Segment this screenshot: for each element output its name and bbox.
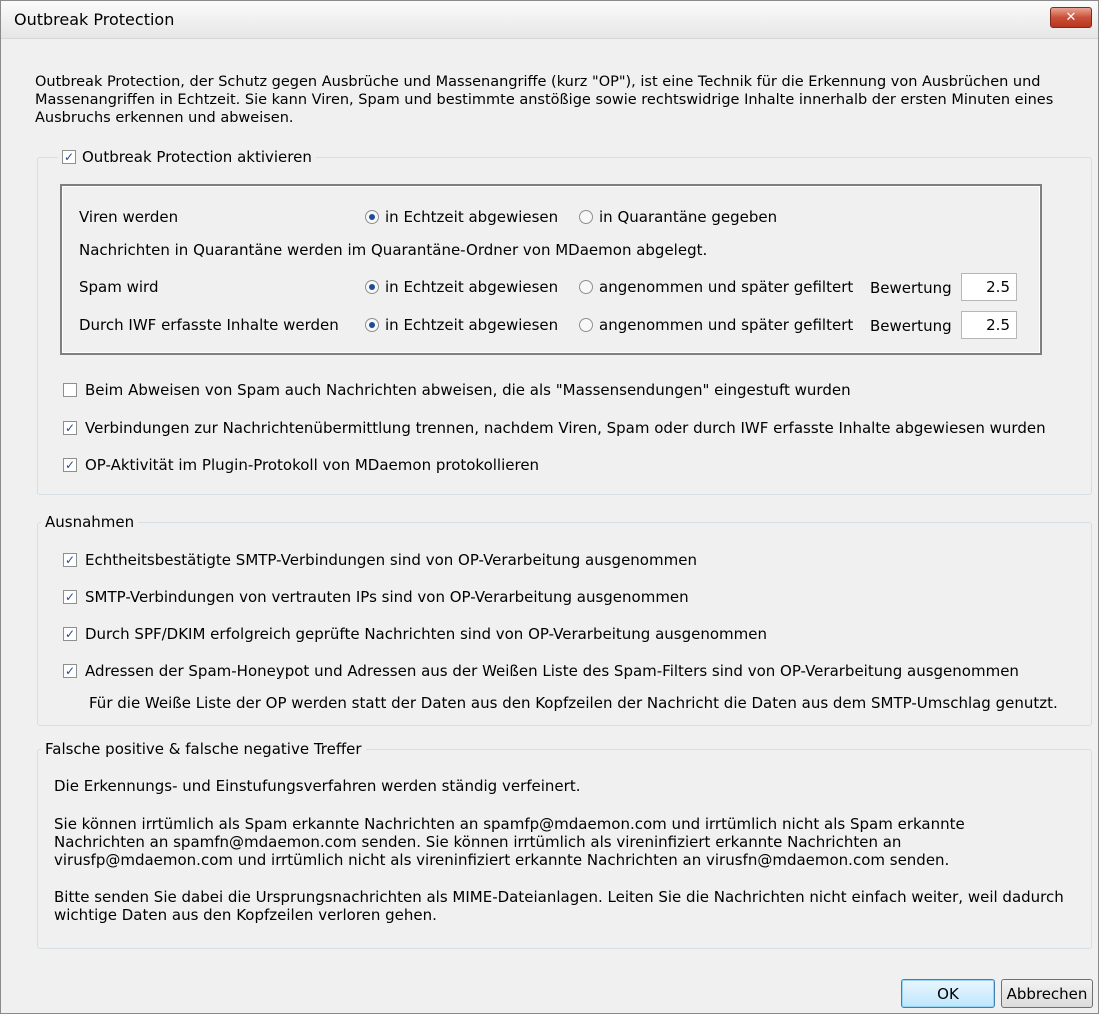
close-icon: ✕: [1065, 10, 1077, 25]
exception-trusted-label: SMTP-Verbindungen von vertrauten IPs sin…: [85, 588, 689, 606]
iwf-reject-label: in Echtzeit abgewiesen: [385, 316, 559, 334]
activate-op-label: Outbreak Protection aktivieren: [82, 148, 312, 166]
disconnect-check[interactable]: ✓: [63, 421, 77, 435]
exception-spf-dkim[interactable]: ✓ Durch SPF/DKIM erfolgreich geprüfte Na…: [63, 625, 767, 643]
radio-unselected[interactable]: [579, 210, 593, 224]
exception-honeypot-check[interactable]: ✓: [63, 664, 77, 678]
viruses-reject-label: in Echtzeit abgewiesen: [385, 208, 559, 226]
fp-paragraph-3: Bitte senden Sie dabei die Ursprungsnach…: [54, 888, 1064, 924]
iwf-accept-label: angenommen und später gefiltert: [599, 316, 854, 334]
exception-auth-label: Echtheitsbestätigte SMTP-Verbindungen si…: [85, 551, 697, 569]
exceptions-note: Für die Weiße Liste der OP werden statt …: [89, 694, 1058, 712]
exception-spf-check[interactable]: ✓: [63, 627, 77, 641]
viruses-label: Viren werden: [79, 208, 179, 226]
exception-honeypot[interactable]: ✓ Adressen der Spam-Honeypot und Adresse…: [63, 662, 1019, 680]
exception-honeypot-label: Adressen der Spam-Honeypot und Adressen …: [85, 662, 1019, 680]
exception-trusted-ips[interactable]: ✓ SMTP-Verbindungen von vertrauten IPs s…: [63, 588, 689, 606]
iwf-label: Durch IWF erfasste Inhalte werden: [79, 316, 339, 334]
disconnect-label: Verbindungen zur Nachrichtenübermittlung…: [85, 419, 1046, 437]
log-check[interactable]: ✓: [63, 458, 77, 472]
spam-score-label: Bewertung: [870, 279, 952, 297]
spam-reject-label: in Echtzeit abgewiesen: [385, 278, 559, 296]
exception-spf-label: Durch SPF/DKIM erfolgreich geprüfte Nach…: [85, 625, 767, 643]
fp-paragraph-1: Die Erkennungs- und Einstufungsverfahren…: [54, 777, 581, 795]
radio-unselected[interactable]: [579, 318, 593, 332]
mass-mail-option[interactable]: Beim Abweisen von Spam auch Nachrichten …: [63, 381, 851, 399]
viruses-reject-radio[interactable]: in Echtzeit abgewiesen: [365, 208, 558, 226]
iwf-reject-radio[interactable]: in Echtzeit abgewiesen: [365, 316, 558, 334]
radio-selected[interactable]: [365, 280, 379, 294]
spam-accept-radio[interactable]: angenommen und später gefiltert: [579, 278, 853, 296]
viruses-quarantine-radio[interactable]: in Quarantäne gegeben: [579, 208, 777, 226]
quarantine-note: Nachrichten in Quarantäne werden im Quar…: [79, 241, 708, 259]
spam-label: Spam wird: [79, 278, 159, 296]
activate-op-checkbox[interactable]: ✓ Outbreak Protection aktivieren: [58, 148, 316, 166]
iwf-score-label: Bewertung: [870, 317, 952, 335]
iwf-accept-radio[interactable]: angenommen und später gefiltert: [579, 316, 853, 334]
radio-selected[interactable]: [365, 210, 379, 224]
iwf-score-input[interactable]: 2.5: [961, 311, 1017, 339]
intro-text: Outbreak Protection, der Schutz gegen Au…: [35, 74, 1054, 126]
title-bar: Outbreak Protection ✕: [1, 1, 1098, 39]
spam-score-input[interactable]: 2.5: [961, 273, 1017, 301]
disconnect-option[interactable]: ✓ Verbindungen zur Nachrichtenübermittlu…: [63, 419, 1046, 437]
ok-button[interactable]: OK: [901, 979, 995, 1008]
close-button[interactable]: ✕: [1050, 7, 1092, 28]
radio-unselected[interactable]: [579, 280, 593, 294]
log-label: OP-Aktivität im Plugin-Protokoll von MDa…: [85, 456, 540, 474]
exception-auth-check[interactable]: ✓: [63, 553, 77, 567]
exceptions-title: Ausnahmen: [45, 513, 135, 531]
exception-auth-smtp[interactable]: ✓ Echtheitsbestätigte SMTP-Verbindungen …: [63, 551, 697, 569]
exception-trusted-check[interactable]: ✓: [63, 590, 77, 604]
window-title: Outbreak Protection: [14, 10, 175, 29]
false-positives-title: Falsche positive & falsche negative Tref…: [45, 740, 362, 758]
cancel-button[interactable]: Abbrechen: [1001, 979, 1093, 1008]
mass-mail-label: Beim Abweisen von Spam auch Nachrichten …: [85, 381, 851, 399]
dialog-window: Outbreak Protection ✕ Outbreak Protectio…: [0, 0, 1099, 1014]
log-option[interactable]: ✓ OP-Aktivität im Plugin-Protokoll von M…: [63, 456, 539, 474]
activate-op-check[interactable]: ✓: [62, 150, 76, 164]
radio-selected[interactable]: [365, 318, 379, 332]
spam-reject-radio[interactable]: in Echtzeit abgewiesen: [365, 278, 558, 296]
spam-accept-label: angenommen und später gefiltert: [599, 278, 854, 296]
mass-mail-check[interactable]: [63, 383, 77, 397]
viruses-quarantine-label: in Quarantäne gegeben: [599, 208, 778, 226]
fp-paragraph-2: Sie können irrtümlich als Spam erkannte …: [54, 815, 965, 869]
